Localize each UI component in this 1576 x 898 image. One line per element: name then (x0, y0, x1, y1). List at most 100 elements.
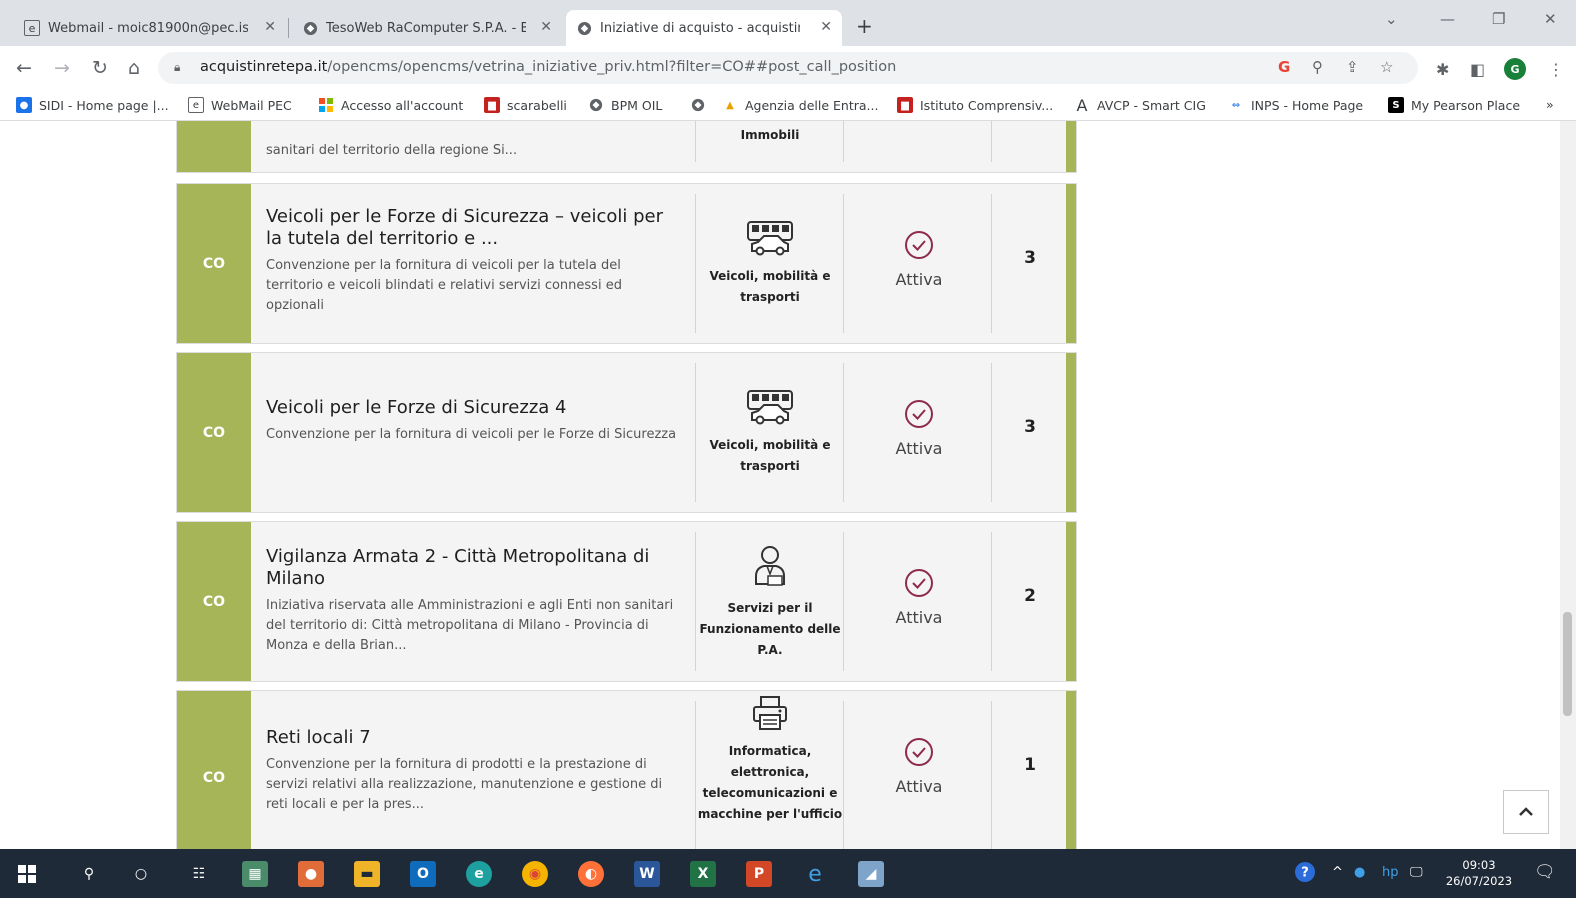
page-scrollbar[interactable] (1560, 121, 1576, 849)
bookmark-globe[interactable] (690, 97, 713, 113)
file-explorer-icon[interactable]: ▬ (354, 861, 380, 887)
inps-icon: ⇔ (1231, 99, 1241, 111)
card-count: 2 (1024, 586, 1036, 606)
restore-icon[interactable]: ❐ (1492, 10, 1505, 28)
bookmark-inps[interactable]: ⇔ INPS - Home Page (1228, 97, 1363, 113)
page-content: sanitari del territorio della regione Si… (0, 121, 1560, 849)
minimize-icon[interactable]: — (1440, 10, 1455, 28)
bookmark-sidi[interactable]: ● SIDI - Home page |... (16, 97, 169, 113)
initiative-card-partial[interactable]: sanitari del territorio della regione Si… (176, 121, 1077, 173)
close-window-icon[interactable]: ✕ (1544, 10, 1557, 28)
address-bar[interactable]: 🔒︎ acquistinretepa.it/opencms/opencms/ve… (158, 52, 1418, 84)
close-tab-icon[interactable]: ✕ (264, 19, 276, 35)
hp-icon[interactable]: hp (1382, 865, 1399, 880)
calculator-icon[interactable]: ▦ (242, 861, 268, 887)
initiative-card[interactable]: CO Vigilanza Armata 2 - Città Metropolit… (176, 521, 1077, 682)
status-text: Attiva (895, 777, 943, 796)
show-hidden-icons[interactable]: ^ (1332, 865, 1343, 880)
tab-iniziative[interactable]: Iniziative di acquisto - acquistinre ✕ (566, 10, 842, 46)
bookmark-bpm-oil[interactable]: BPM OIL (588, 97, 662, 113)
bookmark-accesso-account[interactable]: Accesso all'account (318, 97, 463, 113)
scrollbar-thumb[interactable] (1563, 612, 1572, 716)
system-clock[interactable]: 09:03 26/07/2023 (1440, 857, 1518, 889)
microsoft-icon (318, 97, 334, 113)
bookmark-avcp[interactable]: A AVCP - Smart CIG (1074, 96, 1206, 115)
card-info: Veicoli per le Forze di Sicurezza 4 Conv… (266, 397, 678, 445)
card-status: Attiva (845, 737, 993, 796)
close-tab-icon[interactable]: ✕ (820, 19, 832, 35)
bookmark-scarabelli[interactable]: ▆ scarabelli (484, 97, 567, 113)
card-description: Convenzione per la fornitura di prodotti… (266, 757, 663, 812)
card-title[interactable]: Veicoli per le Forze di Sicurezza 4 (266, 397, 678, 419)
forward-icon[interactable]: → (54, 57, 70, 79)
side-panel-icon[interactable]: ◧ (1470, 60, 1485, 79)
card-category: Veicoli, mobilità e trasporti (697, 389, 843, 477)
menu-icon[interactable]: ⋮ (1548, 60, 1564, 79)
tab-tesoweb[interactable]: TesoWeb RaComputer S.P.A. - Bil ✕ (292, 10, 562, 46)
excel-icon[interactable]: X (690, 861, 716, 887)
initiative-card[interactable]: CO Reti locali 7 Convenzione per la forn… (176, 690, 1077, 849)
tray-app-icon[interactable]: ● (1354, 865, 1365, 880)
firefox-icon[interactable]: ◐ (578, 861, 604, 887)
bookmark-label: Agenzia delle Entra... (745, 97, 879, 113)
more-bookmarks-icon[interactable]: » (1546, 97, 1554, 112)
initiative-card[interactable]: CO Veicoli per le Forze di Sicurezza – v… (176, 183, 1077, 344)
bookmark-pearson[interactable]: S My Pearson Place (1388, 97, 1520, 113)
network-icon[interactable]: 🖵︎ (1410, 865, 1423, 880)
notifications-icon[interactable]: 🗨︎ (1534, 862, 1556, 882)
tab-webmail[interactable]: e Webmail - moic81900n@pec.istr ✕ (14, 10, 286, 46)
chrome-icon[interactable]: ◉ (522, 861, 548, 887)
card-status: Attiva (845, 568, 993, 627)
clock-time: 09:03 (1462, 858, 1496, 872)
task-view-icon[interactable]: ☷ (186, 861, 212, 887)
edge-icon[interactable]: e (466, 861, 492, 887)
google-translate-icon[interactable]: G (1278, 58, 1290, 76)
home-icon[interactable]: ⌂ (128, 57, 140, 79)
card-category: Immobili (740, 128, 800, 142)
powerpoint-icon[interactable]: P (746, 861, 772, 887)
app-icon[interactable]: ◢ (858, 861, 884, 887)
profile-avatar[interactable]: G (1504, 58, 1526, 80)
share-icon[interactable]: ⇪ (1346, 58, 1359, 76)
extensions-icon[interactable]: ✱ (1436, 60, 1449, 79)
status-text: Attiva (895, 439, 943, 458)
clock-date: 26/07/2023 (1445, 874, 1513, 888)
initiative-card[interactable]: CO Veicoli per le Forze di Sicurezza 4 C… (176, 352, 1077, 513)
search-icon[interactable]: ⚲ (76, 861, 102, 887)
reload-icon[interactable]: ↻ (92, 57, 108, 79)
help-icon[interactable]: ? (1294, 861, 1316, 887)
url-text[interactable]: acquistinretepa.it/opencms/opencms/vetri… (200, 59, 896, 75)
back-to-top-button[interactable] (1503, 790, 1549, 834)
bookmark-star-icon[interactable]: ☆ (1380, 58, 1393, 76)
office-worker-icon (755, 546, 785, 586)
new-tab-button[interactable]: + (856, 14, 873, 38)
zoom-icon[interactable]: ⚲ (1312, 58, 1323, 76)
card-description: sanitari del territorio della regione Si… (266, 143, 518, 158)
divider (991, 363, 992, 502)
close-tab-icon[interactable]: ✕ (540, 19, 552, 35)
divider (695, 121, 696, 162)
outlook-icon[interactable]: O (410, 861, 436, 887)
bookmark-label: Istituto Comprensiv... (920, 97, 1054, 113)
tab-search-icon[interactable]: ⌄ (1385, 10, 1398, 28)
internet-explorer-icon[interactable]: e (802, 861, 828, 887)
vehicles-icon (747, 221, 793, 256)
cortana-icon[interactable]: ○ (128, 861, 154, 887)
windows-start-icon[interactable] (14, 861, 40, 887)
initiative-type-badge: CO (177, 522, 251, 681)
divider (991, 121, 992, 162)
bookmark-istituto-comprensivo[interactable]: ▆ Istituto Comprensiv... (897, 97, 1053, 113)
word-icon[interactable]: W (634, 861, 660, 887)
back-icon[interactable]: ← (16, 57, 32, 79)
divider (843, 194, 844, 333)
sidi-icon: ● (16, 97, 32, 113)
card-title[interactable]: Reti locali 7 (266, 727, 678, 749)
card-title[interactable]: Veicoli per le Forze di Sicurezza – veic… (266, 206, 678, 250)
bookmark-webmail-pec[interactable]: e WebMail PEC (188, 97, 292, 113)
card-right-stripe (1066, 691, 1076, 849)
bookmark-label: My Pearson Place (1411, 97, 1521, 113)
card-title[interactable]: Vigilanza Armata 2 - Città Metropolitana… (266, 546, 678, 590)
browser-tab-strip: e Webmail - moic81900n@pec.istr ✕ TesoWe… (0, 0, 1576, 46)
app-icon[interactable]: ● (298, 861, 324, 887)
bookmark-agenzia-entrate[interactable]: ▲ Agenzia delle Entra... (722, 97, 878, 113)
